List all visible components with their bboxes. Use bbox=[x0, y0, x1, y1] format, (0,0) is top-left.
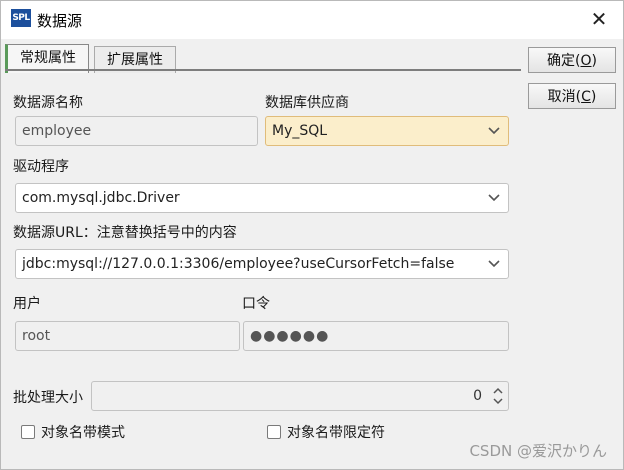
dialog-title: 数据源 bbox=[37, 12, 83, 30]
schema-checkbox-label: 对象名带模式 bbox=[41, 425, 125, 441]
tab-label: 扩展属性 bbox=[107, 52, 163, 68]
spl-app-icon: SPL bbox=[11, 9, 31, 27]
datasource-name-value: employee bbox=[22, 123, 92, 139]
user-value: root bbox=[22, 328, 51, 344]
db-vendor-value: My_SQL bbox=[272, 123, 328, 139]
batch-size-spinner[interactable]: 0 bbox=[91, 381, 509, 411]
db-vendor-label: 数据库供应商 bbox=[265, 95, 349, 111]
datasource-url-label: 数据源URL：注意替换括号中的内容 bbox=[13, 225, 237, 241]
tab-divider bbox=[5, 69, 521, 71]
schema-checkbox[interactable]: 对象名带模式 bbox=[21, 423, 125, 443]
db-vendor-select[interactable]: My_SQL bbox=[265, 116, 509, 146]
spinner-arrows-icon[interactable] bbox=[492, 384, 504, 408]
datasource-name-label: 数据源名称 bbox=[13, 95, 83, 111]
password-value: ●●●●●● bbox=[250, 328, 330, 344]
chevron-down-icon bbox=[488, 127, 500, 135]
batch-size-label: 批处理大小 bbox=[13, 390, 83, 406]
ok-button[interactable]: 确定(O) bbox=[528, 47, 616, 73]
qualifier-checkbox[interactable]: 对象名带限定符 bbox=[267, 423, 385, 443]
close-button[interactable]: ✕ bbox=[589, 9, 609, 29]
datasource-url-select[interactable]: jdbc:mysql://127.0.0.1:3306/employee?use… bbox=[15, 249, 509, 279]
driver-value: com.mysql.jdbc.Driver bbox=[22, 190, 180, 206]
user-field[interactable]: root bbox=[15, 321, 240, 351]
checkbox-icon[interactable] bbox=[21, 425, 35, 439]
datasource-dialog: SPL 数据源 ✕ 常规属性 扩展属性 确定(O) 取消(C) 数据源名称 em… bbox=[0, 0, 624, 470]
tab-label: 常规属性 bbox=[20, 50, 76, 66]
ok-button-label: 确定( bbox=[547, 53, 581, 69]
driver-label: 驱动程序 bbox=[13, 159, 69, 175]
qualifier-checkbox-label: 对象名带限定符 bbox=[287, 425, 385, 441]
close-icon: ✕ bbox=[590, 7, 608, 31]
dialog-content: 常规属性 扩展属性 确定(O) 取消(C) 数据源名称 employee 数据库… bbox=[1, 39, 623, 469]
cancel-button-label: 取消( bbox=[547, 89, 582, 105]
password-field[interactable]: ●●●●●● bbox=[243, 321, 509, 351]
driver-select[interactable]: com.mysql.jdbc.Driver bbox=[15, 183, 509, 213]
datasource-name-field[interactable]: employee bbox=[15, 116, 258, 146]
datasource-url-value: jdbc:mysql://127.0.0.1:3306/employee?use… bbox=[22, 256, 455, 272]
ok-button-accelerator: O bbox=[580, 53, 592, 69]
cancel-button[interactable]: 取消(C) bbox=[528, 83, 616, 109]
cancel-button-label-tail: ) bbox=[590, 89, 597, 105]
chevron-down-icon bbox=[488, 260, 500, 268]
title-bar: SPL 数据源 ✕ bbox=[1, 1, 623, 39]
checkbox-icon[interactable] bbox=[267, 425, 281, 439]
watermark: CSDN @爱沢かりん bbox=[469, 442, 607, 460]
ok-button-label-tail: ) bbox=[591, 53, 597, 69]
password-label: 口令 bbox=[242, 296, 270, 312]
batch-size-value: 0 bbox=[473, 388, 482, 404]
user-label: 用户 bbox=[13, 296, 41, 312]
cancel-button-accelerator: C bbox=[581, 89, 591, 105]
chevron-down-icon bbox=[488, 194, 500, 202]
